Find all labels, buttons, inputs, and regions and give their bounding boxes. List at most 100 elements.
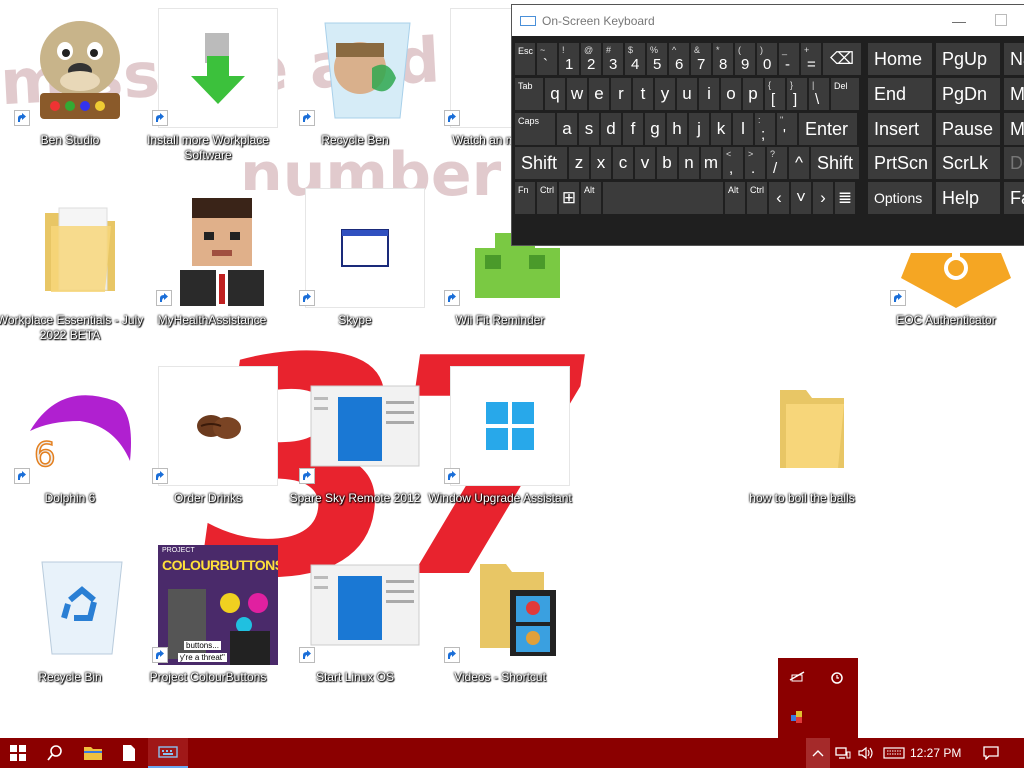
key-down-arrow[interactable]: ˅ — [791, 182, 811, 214]
desktop-icon-myhealthassistance[interactable]: MyHealthAssistance — [142, 180, 282, 355]
desktop-icon-order-drinks[interactable]: Order Drinks — [138, 358, 278, 533]
key-ctrl-left[interactable]: Ctrl — [537, 182, 557, 214]
key-space[interactable] — [603, 182, 723, 214]
osk-taskbar-button[interactable] — [148, 738, 188, 768]
key-l[interactable]: l — [733, 113, 753, 145]
key-0[interactable]: ) 0 — [757, 43, 777, 75]
key-p[interactable]: p — [743, 78, 763, 110]
key-z[interactable]: z — [569, 147, 589, 179]
key-`[interactable]: ~ ` — [537, 43, 557, 75]
touch-keyboard-button[interactable] — [880, 738, 908, 768]
file-explorer-button[interactable] — [76, 738, 110, 768]
key-a[interactable]: a — [557, 113, 577, 145]
key-h[interactable]: h — [667, 113, 687, 145]
desktop-icon-start-linux[interactable]: Start Linux OS — [285, 537, 425, 712]
key-mv[interactable]: Mv — [1004, 78, 1024, 110]
key-alt-right[interactable]: Alt — [725, 182, 745, 214]
maximize-button[interactable] — [995, 14, 1007, 26]
key-/[interactable]: ? / — [767, 147, 787, 179]
volume-button[interactable] — [856, 738, 876, 768]
desktop-icon-spare-sky-remote[interactable]: Spare Sky Remote 2012 — [285, 358, 425, 533]
notepad-button[interactable] — [112, 738, 146, 768]
key-help[interactable]: Help — [936, 182, 1000, 214]
network-off-icon[interactable] — [788, 668, 806, 686]
key-o[interactable]: o — [721, 78, 741, 110]
key-;[interactable]: :; — [755, 113, 775, 145]
desktop-icon-window-upgrade[interactable]: Window Upgrade Assistant — [428, 358, 572, 533]
key-c[interactable]: c — [613, 147, 633, 179]
key-fa[interactable]: Fa — [1004, 182, 1024, 214]
key-tab[interactable]: Tab — [515, 78, 543, 110]
key-pgup[interactable]: PgUp — [936, 43, 1000, 75]
key--[interactable]: _ - — [779, 43, 799, 75]
key-m[interactable]: m — [701, 147, 721, 179]
key-f[interactable]: f — [623, 113, 643, 145]
desktop-icon-ben-studio[interactable]: Ben Studio — [0, 0, 140, 175]
key-v[interactable]: v — [635, 147, 655, 179]
key-6[interactable]: ^ 6 — [669, 43, 689, 75]
key-insert[interactable]: Insert — [868, 113, 932, 145]
key-,[interactable]: <, — [723, 147, 743, 179]
key-de[interactable]: De — [1004, 147, 1024, 179]
key-5[interactable]: % 5 — [647, 43, 667, 75]
key-q[interactable]: q — [545, 78, 565, 110]
key-2[interactable]: @2 — [581, 43, 601, 75]
desktop-icon-install-workplace[interactable]: Install more Workplace Software — [138, 0, 278, 175]
search-button[interactable] — [38, 738, 72, 768]
key-menu[interactable]: ≣ — [835, 182, 855, 214]
desktop-icon-how-to-boil[interactable]: how to boil the balls — [732, 358, 872, 533]
desktop-icon-recycle-bin[interactable]: Recycle Bin — [0, 537, 140, 712]
desktop-icon-workplace-essentials[interactable]: Workplace Essentials - July 2022 BETA — [0, 180, 143, 355]
key-j[interactable]: j — [689, 113, 709, 145]
key-3[interactable]: #3 — [603, 43, 623, 75]
key-alt-left[interactable]: Alt — [581, 182, 601, 214]
key-t[interactable]: t — [633, 78, 653, 110]
key-7[interactable]: & 7 — [691, 43, 711, 75]
key-backspace[interactable]: ⌫ — [823, 43, 861, 75]
on-screen-keyboard-window[interactable]: On-Screen Keyboard — Esc ~ `! 1 @2 #3 $4% 5 ^ 6 & 7… — [511, 4, 1024, 246]
key-enter[interactable]: Enter — [799, 113, 857, 145]
key-x[interactable]: x — [591, 147, 611, 179]
key-1[interactable]: ! 1 — [559, 43, 579, 75]
color-app-icon[interactable] — [788, 708, 806, 726]
taskbar-clock[interactable]: 12:27 PM — [910, 746, 961, 760]
key-left-arrow[interactable]: ‹ — [769, 182, 789, 214]
key-e[interactable]: e — [589, 78, 609, 110]
desktop-icon-skype[interactable]: Skype — [285, 180, 425, 355]
start-button[interactable] — [0, 738, 36, 768]
key-shift-left[interactable]: Shift — [515, 147, 567, 179]
key-g[interactable]: g — [645, 113, 665, 145]
key-w[interactable]: w — [567, 78, 587, 110]
key-'[interactable]: " ' — [777, 113, 797, 145]
key-i[interactable]: i — [699, 78, 719, 110]
minimize-button[interactable]: — — [952, 13, 966, 29]
key-.[interactable]: >. — [745, 147, 765, 179]
key-shift-right[interactable]: Shift — [811, 147, 859, 179]
key-esc[interactable]: Esc — [515, 43, 535, 75]
key-b[interactable]: b — [657, 147, 677, 179]
key-end[interactable]: End — [868, 78, 932, 110]
key-prtscn[interactable]: PrtScn — [868, 147, 932, 179]
key-4[interactable]: $4 — [625, 43, 645, 75]
key-y[interactable]: y — [655, 78, 675, 110]
key-windows[interactable]: ⊞ — [559, 182, 579, 214]
key-fn[interactable]: Fn — [515, 182, 535, 214]
key-[[interactable]: {[ — [765, 78, 785, 110]
key-8[interactable]: * 8 — [713, 43, 733, 75]
desktop-icon-videos-shortcut[interactable]: Videos - Shortcut — [430, 537, 570, 712]
key-pgdn[interactable]: PgDn — [936, 78, 1000, 110]
key-options[interactable]: Options — [868, 182, 932, 214]
key-mv[interactable]: Mv — [1004, 113, 1024, 145]
osk-title-bar[interactable]: On-Screen Keyboard — — [512, 5, 1024, 36]
key-=[interactable]: + = — [801, 43, 821, 75]
key-pause[interactable]: Pause — [936, 113, 1000, 145]
key-\[interactable]: | \ — [809, 78, 829, 110]
show-hidden-icons-button[interactable] — [806, 738, 830, 768]
key-u[interactable]: u — [677, 78, 697, 110]
key-na[interactable]: Na — [1004, 43, 1024, 75]
key-d[interactable]: d — [601, 113, 621, 145]
key-delete[interactable]: Del — [831, 78, 859, 110]
desktop-icon-recycle-ben[interactable]: Recycle Ben — [285, 0, 425, 175]
key-9[interactable]: (9 — [735, 43, 755, 75]
key-right-arrow[interactable]: › — [813, 182, 833, 214]
